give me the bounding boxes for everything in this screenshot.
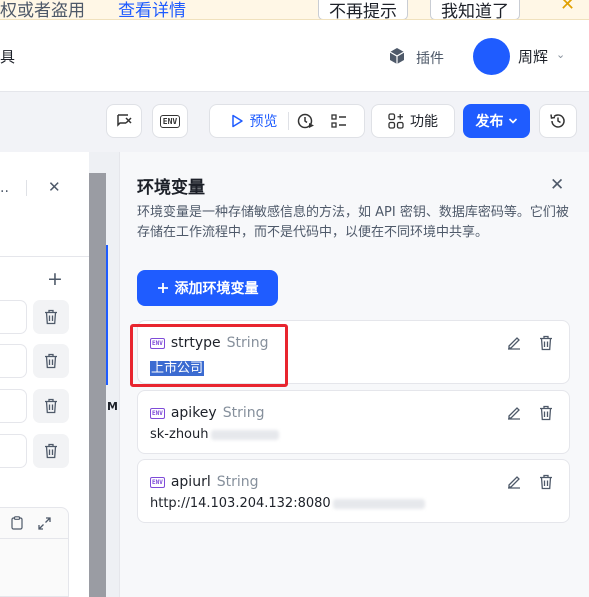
panel-description: 环境变量是一种存储敏感信息的方法，如 API 密钥、数据库密码等。它们被存储在工… xyxy=(137,205,569,240)
canvas-node-label: M xyxy=(107,400,118,413)
publish-button[interactable]: 发布 xyxy=(463,104,530,138)
notice-detail-link[interactable]: 查看详情 xyxy=(118,0,186,19)
function-label: 功能 xyxy=(410,114,438,130)
variable-value: sk-zhouh xyxy=(150,427,209,442)
debug-button[interactable] xyxy=(106,104,142,138)
variable-name: apikey xyxy=(170,405,217,421)
close-icon[interactable]: ✕ xyxy=(48,178,61,196)
add-env-variable-button[interactable]: 添加环境变量 xyxy=(137,270,278,306)
divider xyxy=(0,256,89,257)
plugin-label[interactable]: 插件 xyxy=(416,48,444,68)
variable-value: http://14.103.204.132:8080 xyxy=(150,496,331,511)
message-x-icon xyxy=(117,114,132,127)
expand-icon[interactable] xyxy=(38,517,51,530)
run-history-button[interactable] xyxy=(289,112,323,130)
notice-close-icon[interactable]: ✕ xyxy=(560,0,575,15)
canvas-node-edge xyxy=(89,173,106,597)
apps-icon xyxy=(388,113,404,129)
user-name[interactable]: 周辉 xyxy=(518,46,548,67)
clipboard-icon[interactable] xyxy=(11,516,23,530)
publish-label: 发布 xyxy=(475,114,504,130)
trash-icon xyxy=(45,353,57,369)
edit-icon[interactable] xyxy=(506,335,522,351)
env-variable-card[interactable]: ENV apikey String sk-zhouh xyxy=(137,390,570,454)
env-icon: ENV xyxy=(159,114,181,128)
delete-button[interactable] xyxy=(33,344,69,378)
clock-play-icon xyxy=(297,113,314,129)
delete-button[interactable] xyxy=(33,434,69,468)
add-button-label: 添加环境变量 xyxy=(174,281,259,297)
chevron-down-icon xyxy=(508,118,517,124)
edit-icon[interactable] xyxy=(506,474,522,490)
close-icon[interactable]: ✕ xyxy=(550,175,564,195)
play-icon xyxy=(231,114,243,128)
highlight-annotation xyxy=(130,324,288,387)
trash-icon[interactable] xyxy=(539,405,553,421)
trash-icon[interactable] xyxy=(539,474,553,490)
list-item[interactable] xyxy=(0,389,27,423)
notice-bar: 权或者盗用 查看详情 不再提示 我知道了 ✕ xyxy=(0,0,589,20)
delete-button[interactable] xyxy=(33,389,69,423)
notice-text: 权或者盗用 xyxy=(0,1,85,20)
app-header: 具 插件 周辉 ⌄ xyxy=(0,20,589,92)
delete-button[interactable] xyxy=(33,300,69,334)
preview-label: 预览 xyxy=(249,114,278,130)
env-variable-card[interactable]: ENV apiurl String http://14.103.204.132:… xyxy=(137,459,570,523)
variable-name: apiurl xyxy=(170,474,211,490)
no-remind-button[interactable]: 不再提示 xyxy=(318,0,408,19)
list-item[interactable] xyxy=(0,344,27,378)
plugin-cube-icon[interactable] xyxy=(388,47,406,65)
avatar[interactable] xyxy=(473,38,510,75)
plus-icon xyxy=(157,283,168,293)
divider xyxy=(0,538,69,539)
chevron-down-icon[interactable]: ⌄ xyxy=(556,48,565,61)
checklist-button[interactable] xyxy=(323,113,355,129)
more-icon[interactable]: ·· xyxy=(0,184,9,200)
preview-button[interactable]: 预览 xyxy=(220,111,288,131)
got-it-button[interactable]: 我知道了 xyxy=(430,0,520,19)
panel-title: 环境变量 xyxy=(137,178,205,198)
trash-icon xyxy=(45,443,57,459)
left-side-panel: ·· ✕ + xyxy=(0,152,89,597)
blurred-value xyxy=(210,429,279,440)
env-variable-icon: ENV xyxy=(150,476,165,488)
trash-icon xyxy=(45,309,57,325)
code-editor-box[interactable] xyxy=(0,507,69,597)
history-icon xyxy=(550,114,565,128)
function-button[interactable]: 功能 xyxy=(371,104,455,138)
node-selection-edge xyxy=(106,245,108,385)
blurred-value xyxy=(332,498,425,509)
list-item[interactable] xyxy=(0,300,27,334)
history-button[interactable] xyxy=(539,104,577,138)
env-variable-icon: ENV xyxy=(150,407,165,419)
list-item[interactable] xyxy=(0,434,27,468)
preview-group: 预览 xyxy=(209,104,365,138)
trash-icon xyxy=(45,398,57,414)
trash-icon[interactable] xyxy=(539,335,553,351)
edit-icon[interactable] xyxy=(506,405,522,421)
variable-type: String xyxy=(216,474,259,490)
tools-label[interactable]: 具 xyxy=(0,46,15,67)
env-variables-button[interactable]: ENV xyxy=(152,104,188,138)
variable-type: String xyxy=(222,405,265,421)
add-icon[interactable]: + xyxy=(47,268,63,290)
divider xyxy=(26,180,27,196)
checklist-icon xyxy=(330,114,346,128)
